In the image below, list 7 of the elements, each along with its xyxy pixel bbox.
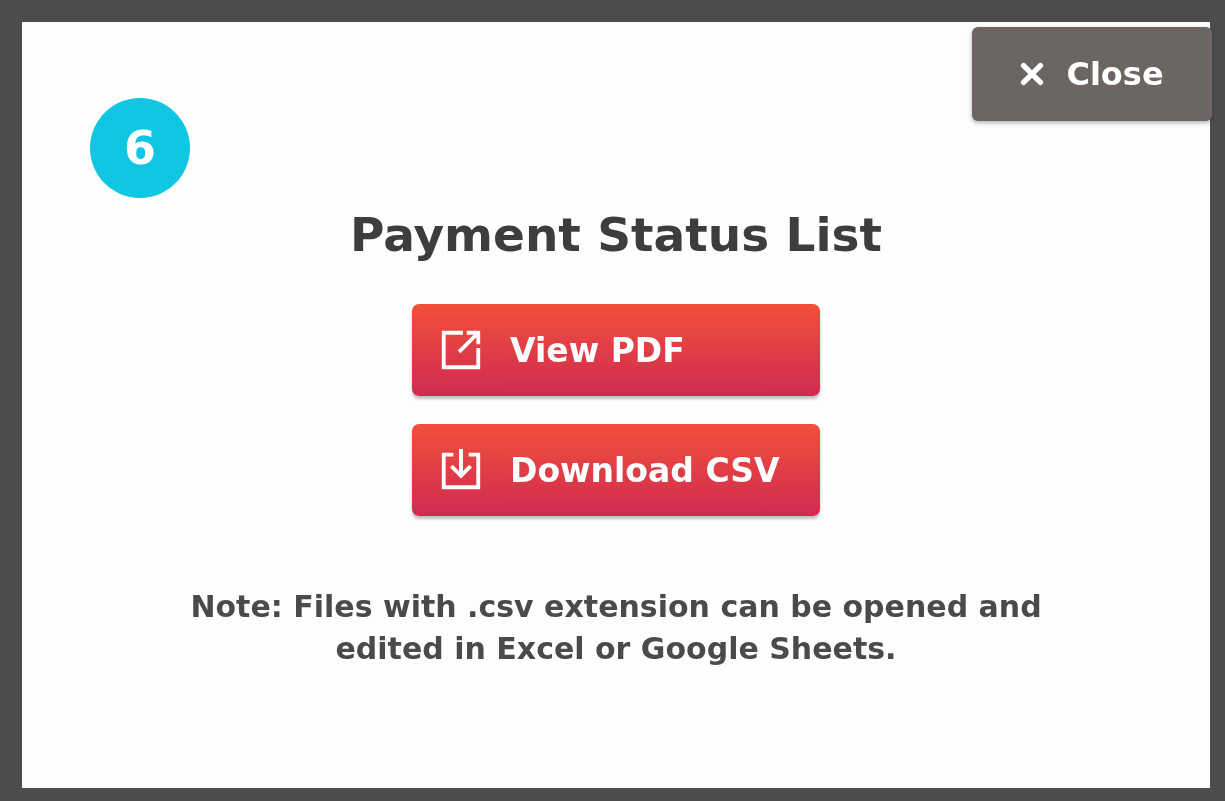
download-button[interactable]: Download CSV bbox=[412, 424, 820, 516]
note-text: Note: Files with .csv extension can be opened and edited in Excel or Google Sheets. bbox=[189, 588, 1043, 668]
step-badge: 6 bbox=[90, 98, 190, 198]
close-button[interactable]: Close bbox=[972, 27, 1212, 121]
view-button[interactable]: View PDF bbox=[412, 304, 820, 396]
dialog-title: Payment Status List bbox=[349, 207, 882, 262]
close-icon bbox=[1020, 62, 1045, 86]
